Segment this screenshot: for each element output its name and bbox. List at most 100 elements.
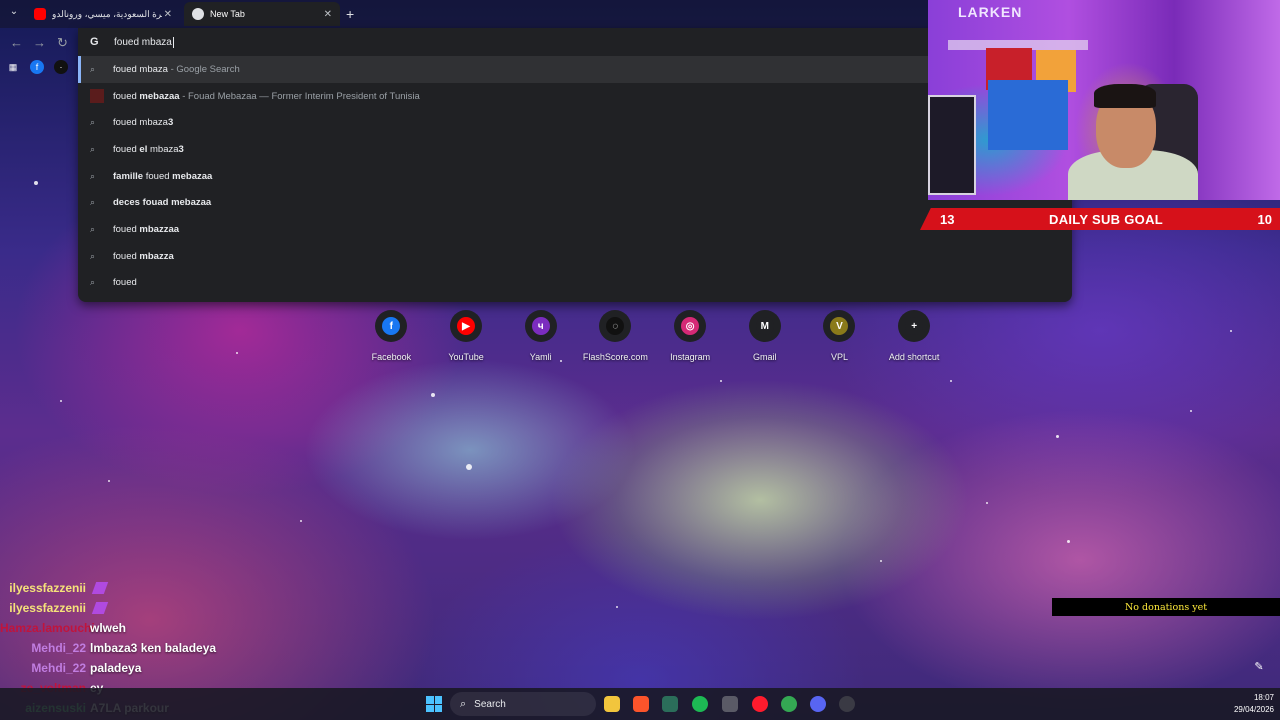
shortcut-instagram[interactable]: ◎ Instagram [653, 310, 728, 362]
shortcut-facebook[interactable]: f Facebook [354, 310, 429, 362]
donations-widget: No donations yet [1052, 598, 1280, 616]
chat-username: Mehdi_22 [31, 641, 86, 655]
suggestion-item[interactable]: ⌕ foued [78, 270, 1072, 297]
shortcut-circle: ▶ [450, 310, 483, 342]
new-tab-button[interactable]: + [346, 6, 354, 22]
speedometer-icon[interactable] [722, 696, 738, 712]
windows-start-icon[interactable] [426, 696, 442, 712]
youtube-icon: ▶ [457, 317, 476, 335]
chat-message: Hamza.lamouchi wlweh [0, 618, 300, 638]
address-bar[interactable]: G foued mbaza [78, 28, 1072, 56]
brave-icon[interactable] [633, 696, 649, 712]
suggestion-item[interactable]: ⌕ foued mbaza 3 [78, 109, 1072, 136]
tab-youtube[interactable]: الكرة السعودية، ميسي، ورونالدو... ✕ [26, 2, 180, 26]
search-icon: ⌕ [90, 223, 96, 234]
shortcut-add-shortcut[interactable]: + Add shortcut [877, 310, 952, 362]
customize-pencil-icon[interactable]: ✎ [1251, 660, 1267, 676]
text-caret [172, 36, 174, 48]
google-icon: G [90, 36, 99, 48]
gmail-icon: M [755, 317, 774, 335]
chat-emote-icon [91, 582, 109, 594]
suggestion-list: ⌕ foued mbaza - Google Search foued mebaza… [78, 56, 1072, 296]
plus-icon: + [905, 317, 924, 335]
webcam-pc-case [928, 95, 976, 195]
chat-text: lmbaza3 ken baladeya [90, 641, 217, 655]
chat-text: paladeya [90, 661, 142, 675]
clock-time: 18:07 [1253, 693, 1274, 702]
suggestion-text: el [139, 143, 148, 155]
suggestion-text: 3 [167, 117, 174, 129]
tab-new-tab[interactable]: New Tab ✕ [184, 2, 340, 26]
chat-message: Mehdi_22 lmbaza3 ken baladeya [0, 638, 300, 658]
close-icon[interactable]: ✕ [164, 9, 172, 20]
bookmarks-bar: ▦ f · [6, 60, 68, 74]
terminal-icon[interactable] [662, 696, 678, 712]
chat-message: ilyessfazzenii [0, 578, 300, 598]
search-icon: ⌕ [90, 117, 96, 128]
apps-grid-icon[interactable]: ▦ [6, 60, 20, 74]
suggestion-item[interactable]: ⌕ famille foued mebazaa [78, 163, 1072, 190]
suggestion-text: foued [113, 250, 140, 262]
shortcut-circle: f [375, 310, 408, 342]
close-icon[interactable]: ✕ [324, 9, 332, 20]
taskbar: ⌕ Search 18:07 29/04/2026 [0, 688, 1280, 720]
sub-goal-target: 10 [1257, 211, 1272, 227]
chat-username: Hamza.lamouchi [0, 621, 95, 635]
webcam-streamer-hair [1094, 84, 1156, 108]
shortcut-gmail[interactable]: M Gmail [727, 310, 802, 362]
spotify-icon[interactable] [692, 696, 708, 712]
suggestion-text: mbazzaa [139, 223, 180, 235]
suggestion-item[interactable]: ⌕ deces fouad mebazaa [78, 189, 1072, 216]
suggestion-item[interactable]: ⌕ foued el mbaza 3 [78, 136, 1072, 163]
suggestion-text: deces fouad mebazaa [113, 197, 212, 209]
webcam-overlay: LARKEN [928, 0, 1280, 200]
shortcut-circle: + [898, 310, 931, 342]
tab-search-icon[interactable]: ⌄ [6, 6, 22, 22]
shortcut-label: VPL [830, 352, 848, 362]
shortcut-circle: ч [524, 310, 557, 342]
facebook-bookmark-icon[interactable]: f [30, 60, 44, 74]
suggestion-item[interactable]: ⌕ foued mbazza [78, 243, 1072, 270]
chat-username: ilyessfazzenii [9, 581, 86, 595]
shortcut-yamli[interactable]: ч Yamli [503, 310, 578, 362]
suggestion-text: foued mbaza [113, 117, 168, 129]
search-icon: ⌕ [90, 143, 96, 154]
address-input[interactable]: foued mbaza [114, 37, 172, 48]
opera-icon[interactable] [752, 696, 768, 712]
forward-icon[interactable]: → [33, 35, 46, 50]
chat-emote-icon [91, 602, 109, 614]
suggestion-item[interactable]: ⌕ foued mbaza - Google Search [78, 56, 1072, 83]
shortcut-vpl[interactable]: V VPL [802, 310, 877, 362]
file-explorer-icon[interactable] [604, 696, 620, 712]
bookmark-icon[interactable]: · [54, 60, 68, 74]
suggestion-text: 3 [178, 143, 184, 155]
webcam-sign: LARKEN [958, 4, 1023, 20]
suggestion-text: mebazaa [139, 90, 180, 102]
search-icon: ⌕ [90, 277, 96, 288]
suggestion-item[interactable]: foued mebazaa - Fouad Mebazaa — Former I… [78, 83, 1072, 110]
discord-icon[interactable] [810, 696, 826, 712]
taskbar-search-label: Search [474, 698, 506, 710]
back-icon[interactable]: ← [10, 35, 23, 50]
search-icon: ⌕ [90, 250, 96, 261]
obs-icon[interactable] [839, 696, 855, 712]
shortcut-flashscore-com[interactable]: ◌ FlashScore.com [578, 310, 653, 362]
shortcut-circle: V [823, 310, 856, 342]
shortcut-label: YouTube [448, 352, 484, 362]
shortcut-circle: ◎ [674, 310, 707, 342]
suggestion-thumbnail [90, 89, 104, 104]
tab-title: الكرة السعودية، ميسي، ورونالدو... [52, 8, 162, 19]
taskbar-search[interactable]: ⌕ Search [450, 692, 596, 716]
search-icon: ⌕ [90, 63, 96, 74]
suggestion-text: - Fouad Mebazaa — Former Interim Preside… [179, 90, 420, 102]
shortcut-label: Instagram [670, 352, 711, 362]
chrome-icon[interactable] [781, 696, 797, 712]
taskbar-clock[interactable]: 18:07 29/04/2026 [1214, 692, 1274, 716]
shortcut-youtube[interactable]: ▶ YouTube [429, 310, 504, 362]
search-icon: ⌕ [90, 170, 96, 181]
shortcut-label: Yamli [529, 352, 552, 362]
shortcut-circle: ◌ [599, 310, 632, 342]
chat-message: Mehdi_22 paladeya [0, 658, 300, 678]
flashscore-icon: ◌ [606, 317, 625, 335]
reload-icon[interactable]: ↻ [57, 35, 68, 51]
